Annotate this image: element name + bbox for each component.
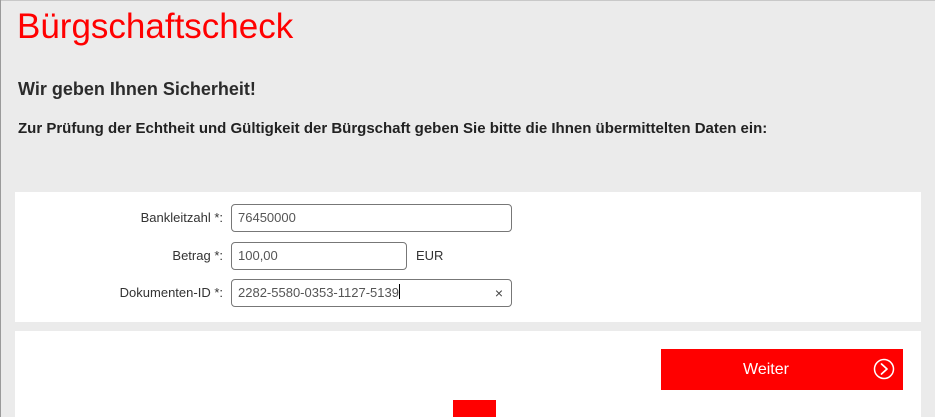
- circle-arrow-right-icon: [873, 358, 895, 380]
- amount-row: Betrag *: 100,00 EUR: [15, 242, 921, 270]
- document-id-row: Dokumenten-ID *: 2282-5580-0353-1127-513…: [15, 279, 921, 307]
- document-id-input[interactable]: 2282-5580-0353-1127-5139 ×: [231, 279, 512, 307]
- amount-value: 100,00: [238, 248, 278, 263]
- window-left-border: [0, 0, 1, 417]
- document-id-value: 2282-5580-0353-1127-5139: [238, 285, 399, 300]
- window-top-border: [0, 0, 935, 1]
- text-cursor: [398, 284, 400, 299]
- continue-button-label: Weiter: [743, 361, 789, 378]
- instruction-text: Zur Prüfung der Echtheit und Gültigkeit …: [18, 120, 768, 137]
- continue-button[interactable]: Weiter: [661, 349, 903, 390]
- amount-label: Betrag *:: [172, 248, 223, 263]
- bank-code-value: 76450000: [238, 210, 296, 225]
- clear-icon[interactable]: ×: [495, 280, 503, 306]
- red-marker-block: [453, 400, 496, 417]
- document-id-label: Dokumenten-ID *:: [119, 285, 223, 300]
- amount-input[interactable]: 100,00: [231, 242, 407, 270]
- currency-unit: EUR: [416, 248, 444, 263]
- bank-code-row: Bankleitzahl *: 76450000: [15, 204, 921, 232]
- bank-code-label: Bankleitzahl *:: [140, 210, 223, 225]
- bank-code-input[interactable]: 76450000: [231, 204, 512, 232]
- page-title: Bürgschaftscheck: [17, 7, 294, 46]
- page-subtitle: Wir geben Ihnen Sicherheit!: [18, 79, 256, 99]
- guarantee-check-form: Bankleitzahl *: 76450000 Betrag *: 100,0…: [15, 192, 921, 322]
